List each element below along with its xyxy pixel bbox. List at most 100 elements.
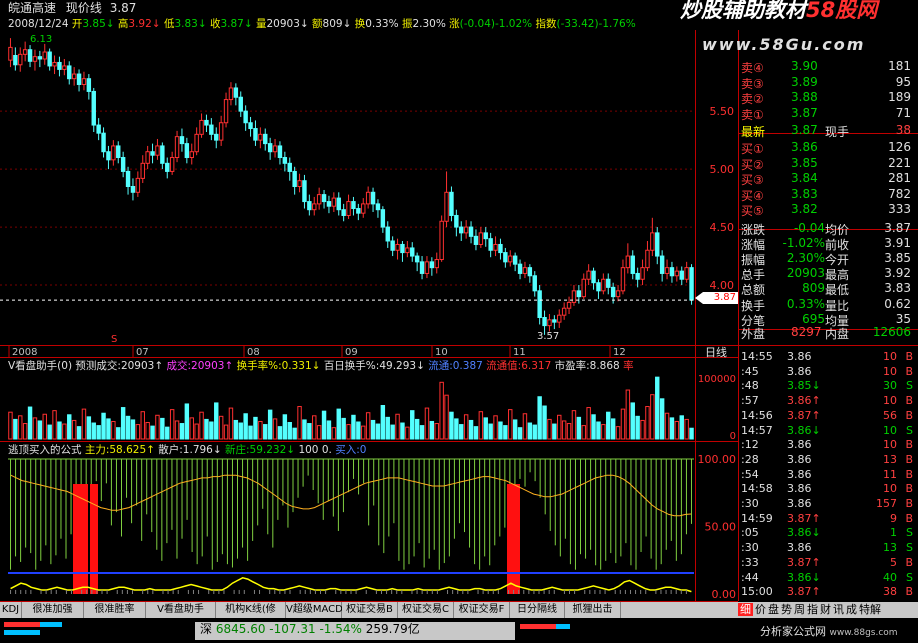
indicator-tab[interactable]: 权证交易F: [454, 602, 510, 618]
volume-bar: [483, 417, 488, 440]
indicator-tab[interactable]: 权证交易C: [398, 602, 454, 618]
candle-down: [96, 124, 101, 134]
tick-price: 3.86: [787, 364, 812, 378]
right-tab-detail[interactable]: 细: [738, 603, 753, 616]
tick-time: :57: [741, 394, 759, 408]
right-tab-index[interactable]: 周: [794, 603, 805, 616]
indicator-tab[interactable]: 很准胜率: [84, 602, 146, 618]
indicator-retail: 散户:1.796↓: [158, 444, 222, 456]
volume-bar: [189, 417, 194, 440]
vol-float-shares: 流通值:6.317: [486, 360, 552, 372]
tick-qty: 13: [883, 452, 897, 466]
candle-up: [625, 255, 631, 269]
indicator-tab[interactable]: 抓狸出击: [565, 602, 621, 618]
candle-down: [591, 270, 596, 284]
candle-down: [552, 319, 557, 323]
candle-down: [27, 49, 33, 62]
tick-price: 3.87↑: [787, 555, 821, 569]
quote-panel: 卖④ 3.90 181 卖③ 3.89 95 卖② 3.88 189 卖① 3.87 71 最新 3.87…: [739, 56, 918, 346]
right-tab-flow[interactable]: 盘: [768, 603, 779, 616]
volume-bar: [96, 425, 101, 440]
volume-bar: [552, 423, 557, 440]
outer-label: 外盘: [741, 326, 766, 341]
tick-row: 14:59 3.87↑ 9 B: [739, 511, 918, 527]
volume-hand-value: 38: [895, 123, 911, 137]
candle-up: [463, 226, 469, 234]
tick-qty: 56: [883, 408, 897, 422]
price-axis-label: 5.00: [710, 163, 735, 176]
right-tab-value[interactable]: 讯: [833, 603, 844, 616]
right-tab-special[interactable]: 成: [846, 603, 857, 616]
volume-bar: [498, 421, 503, 440]
volume-bar: [52, 410, 57, 440]
right-tab-price[interactable]: 价: [755, 603, 766, 616]
indicator-panel-header: 逃顶买入的公式 主力:58.625↑ 散户:1.796↓ 新庄:59.232↓ …: [8, 444, 366, 457]
volume-bar: [199, 411, 204, 440]
candle-up: [434, 259, 439, 269]
indicator-tab[interactable]: 日分隔线: [510, 602, 565, 618]
candle-down: [576, 290, 582, 298]
ask-row: 卖① 3.87 71: [739, 103, 918, 122]
candle-up: [405, 247, 410, 254]
right-tab-period[interactable]: 势: [781, 603, 792, 616]
indicator-tab[interactable]: 很准加强: [22, 602, 84, 618]
candle-down: [410, 247, 415, 257]
volume-bar: [664, 412, 670, 440]
volume-bar: [267, 409, 273, 440]
candle-down: [160, 145, 165, 164]
volume-bar: [248, 425, 253, 440]
volume-bar: [645, 406, 650, 440]
tick-row: :45 3.86 10 B: [739, 364, 918, 380]
volume-bar: [684, 418, 689, 440]
candle-up: [258, 133, 263, 141]
volume-bar: [400, 422, 405, 440]
volume-bar: [282, 414, 288, 440]
volume-bar: [395, 413, 400, 440]
month-axis-label: 07: [136, 347, 149, 358]
volume-bar: [86, 416, 92, 440]
ohlc-date: 2008/12/24: [8, 18, 69, 30]
tick-qty: 1: [890, 526, 897, 540]
ohlc-high-label: 高: [117, 18, 129, 30]
tick-price: 3.86↓: [787, 423, 821, 437]
candle-up: [71, 73, 77, 80]
right-tab-finance[interactable]: 指: [807, 603, 818, 616]
indicator-tab[interactable]: 权证交易B: [342, 602, 398, 618]
inner-value: 12606: [872, 324, 911, 339]
volume-bar: [145, 422, 150, 440]
candle-down: [67, 65, 72, 80]
volume-bar: [253, 416, 258, 440]
candle-down: [341, 209, 346, 216]
candle-up: [155, 145, 160, 156]
candle-down: [454, 214, 459, 228]
right-tab-news[interactable]: 财: [820, 603, 831, 616]
candle-down: [468, 226, 474, 237]
indicator-zero: 0.: [321, 444, 332, 456]
quote-price: 3.82: [791, 202, 818, 216]
vol-turnover-rate: 换手率%:0.331↓: [236, 360, 321, 372]
candle-up: [601, 278, 606, 292]
tick-row: :30 3.86 13 S: [739, 540, 918, 556]
candle-up: [478, 232, 484, 245]
candle-up: [571, 290, 577, 303]
indicator-tab[interactable]: KDJ: [0, 602, 22, 618]
tick-time: :28: [741, 452, 759, 466]
quote-price: 3.87: [791, 105, 818, 120]
volume-bar: [223, 424, 229, 440]
tick-row: 14:58 3.86 10 B: [739, 481, 918, 497]
volume-bar: [111, 420, 116, 440]
indicator-tab[interactable]: V看盘助手: [146, 602, 216, 618]
candle-down: [390, 240, 395, 251]
candle-up: [174, 136, 180, 159]
indicator-tab[interactable]: 机构K线(修: [216, 602, 286, 618]
candle-down: [116, 145, 121, 159]
right-tab-explain[interactable]: 特解: [859, 603, 881, 616]
volume-bar: [218, 415, 224, 440]
candle-down: [527, 267, 533, 277]
volume-bar: [174, 420, 180, 440]
candle-down: [13, 55, 18, 66]
indicator-tab[interactable]: V超级MACD: [286, 602, 343, 618]
volume-bar: [155, 414, 160, 440]
candle-down: [336, 197, 341, 211]
indicator-tab-bar: KDJ 很准加强 很准胜率 V看盘助手 机构K线(修 V超级MACD 权证交易B 权证交易C 权…: [0, 602, 738, 618]
